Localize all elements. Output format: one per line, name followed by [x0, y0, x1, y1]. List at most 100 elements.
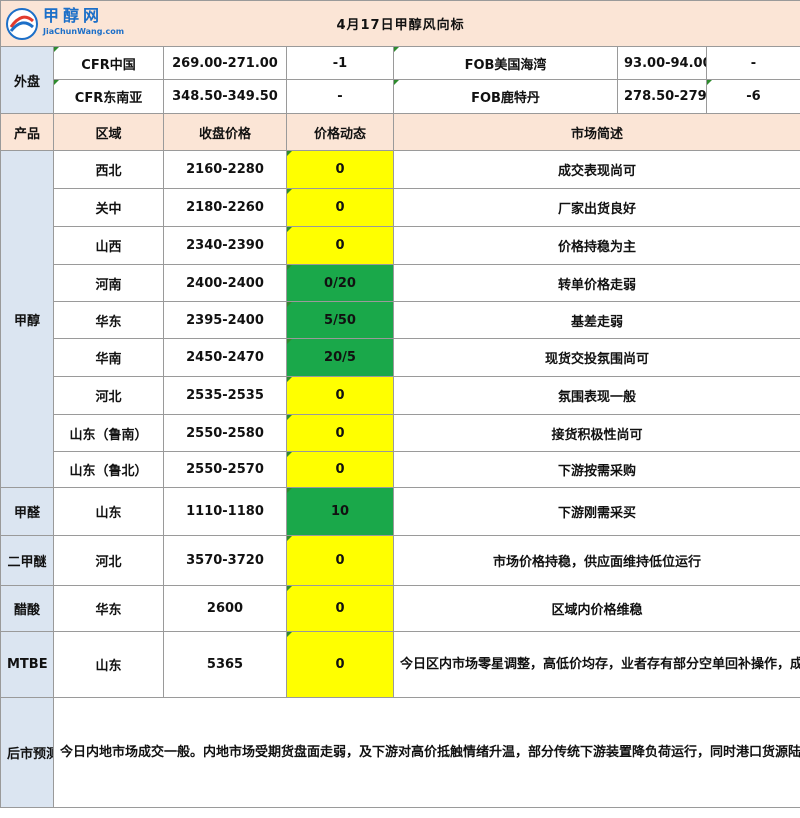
price-cell: 2160-2280 [163, 150, 287, 189]
change-cell: 0/20 [286, 264, 394, 302]
logo-text-en: JiaChunWang.com [43, 27, 125, 36]
summary-cell: 区域内价格维稳 [392, 585, 800, 632]
external-label: 外盘 [0, 46, 54, 114]
summary-cell: 厂家出货良好 [392, 188, 800, 227]
header-row: 产品 区域 收盘价格 价格动态 市场简述 [0, 113, 800, 151]
region-cell: 山东（鲁南） [53, 414, 164, 452]
header-region: 区域 [53, 113, 164, 151]
product-cell: 醋酸 [0, 585, 54, 632]
region-cell: 河北 [53, 376, 164, 415]
change-cell: 20/5 [286, 338, 394, 377]
external-right-name: FOB鹿特丹 [393, 79, 618, 114]
table-row: MTBE 山东 5365 0 今日区内市场零星调整，高低价均存，业者存有部分空单… [0, 631, 800, 698]
region-cell: 山西 [53, 226, 164, 265]
change-cell: 0 [286, 451, 394, 488]
external-right-change: -6 [705, 79, 800, 114]
logo: 甲醇网 JiaChunWang.com [5, 5, 125, 43]
change-cell: 0 [286, 585, 394, 632]
change-cell: 0 [286, 535, 394, 586]
region-cell: 山东 [53, 487, 164, 536]
region-cell: 华东 [53, 301, 164, 339]
table-row: 二甲醚 河北 3570-3720 0 市场价格持稳，供应面维持低位运行 [0, 535, 800, 586]
summary-cell: 成交表现尚可 [392, 150, 800, 189]
forecast-label: 后市预测 [0, 697, 54, 808]
region-cell: 山东（鲁北） [53, 451, 164, 488]
region-cell: 河北 [53, 535, 164, 586]
product-cell: 二甲醚 [0, 535, 54, 586]
forecast-text: 今日内地市场成交一般。内地市场受期货盘面走弱，及下游对高价抵触情绪升温，部分传统… [52, 697, 800, 808]
external-left-price: 348.50-349.50 [163, 79, 287, 114]
table-row: 醋酸 华东 2600 0 区域内价格维稳 [0, 585, 800, 632]
summary-cell: 下游刚需采买 [392, 487, 800, 536]
change-cell: 0 [286, 414, 394, 452]
change-cell: 0 [286, 150, 394, 189]
price-cell: 2600 [163, 585, 287, 632]
price-cell: 2395-2400 [163, 301, 287, 339]
price-cell: 1110-1180 [163, 487, 287, 536]
summary-cell: 转单价格走弱 [392, 264, 800, 302]
table-row: 河南 2400-2400 0/20 转单价格走弱 [1, 264, 800, 302]
price-cell: 2550-2580 [163, 414, 287, 452]
price-cell: 2535-2535 [163, 376, 287, 415]
table-row: 华南 2450-2470 20/5 现货交投氛围尚可 [1, 338, 800, 377]
external-right-name: FOB美国海湾 [393, 46, 618, 80]
change-cell: 0 [286, 376, 394, 415]
external-left-change: -1 [286, 46, 394, 80]
header-dynamic: 价格动态 [286, 113, 394, 151]
price-cell: 2450-2470 [163, 338, 287, 377]
page-title: 4月17日甲醇风向标 [336, 18, 465, 33]
change-cell: 0 [286, 226, 394, 265]
summary-cell: 现货交投氛围尚可 [392, 338, 800, 377]
region-cell: 西北 [53, 150, 164, 189]
table-row: 河北 2535-2535 0 氛围表现一般 [1, 376, 800, 415]
title-cell: 甲醇网 JiaChunWang.com 4月17日甲醇风向标 [0, 0, 800, 47]
external-right-change: - [705, 46, 800, 80]
methanol-report: 甲醇网 JiaChunWang.com 4月17日甲醇风向标 外盘 CFR中国 … [0, 0, 800, 818]
external-left-name: CFR中国 [53, 46, 164, 80]
table-row: 山东（鲁南） 2550-2580 0 接货积极性尚可 [1, 414, 800, 452]
summary-cell: 基差走弱 [392, 301, 800, 339]
title-row: 甲醇网 JiaChunWang.com 4月17日甲醇风向标 [0, 0, 800, 47]
logo-text-cn: 甲醇网 [43, 6, 104, 25]
summary-cell: 今日区内市场零星调整，高低价均存，业者存有部分空单回补操作，成交氛围好转，成交较… [392, 631, 800, 698]
change-cell: 10 [286, 487, 394, 536]
region-cell: 山东 [53, 631, 164, 698]
price-cell: 2400-2400 [163, 264, 287, 302]
price-cell: 3570-3720 [163, 535, 287, 586]
summary-cell: 下游按需采购 [392, 451, 800, 488]
table-row: 华东 2395-2400 5/50 基差走弱 [1, 301, 800, 339]
price-table: 甲醇网 JiaChunWang.com 4月17日甲醇风向标 外盘 CFR中国 … [0, 0, 800, 808]
external-row: 外盘 CFR中国 269.00-271.00 -1 FOB美国海湾 93.00-… [0, 46, 800, 114]
table-row: 关中 2180-2260 0 厂家出货良好 [1, 188, 800, 227]
summary-cell: 氛围表现一般 [392, 376, 800, 415]
price-cell: 2550-2570 [163, 451, 287, 488]
header-product: 产品 [0, 113, 54, 151]
product-cell: MTBE [0, 631, 54, 698]
logo-icon [6, 8, 38, 40]
price-cell: 2340-2390 [163, 226, 287, 265]
header-close-price: 收盘价格 [163, 113, 287, 151]
table-row: 甲醇 西北 2160-2280 0 成交表现尚可 [0, 150, 800, 488]
forecast-row: 后市预测 今日内地市场成交一般。内地市场受期货盘面走弱，及下游对高价抵触情绪升温… [0, 697, 800, 808]
region-cell: 华东 [53, 585, 164, 632]
external-row: CFR东南亚 348.50-349.50 - FOB鹿特丹 278.50-279… [1, 79, 800, 114]
price-cell: 5365 [163, 631, 287, 698]
header-summary: 市场简述 [392, 113, 800, 151]
region-cell: 华南 [53, 338, 164, 377]
price-cell: 2180-2260 [163, 188, 287, 227]
product-methanol: 甲醇 [0, 150, 54, 488]
summary-cell: 市场价格持稳，供应面维持低位运行 [392, 535, 800, 586]
product-cell: 甲醛 [0, 487, 54, 536]
external-left-name: CFR东南亚 [53, 79, 164, 114]
external-left-price: 269.00-271.00 [163, 46, 287, 80]
table-row: 甲醛 山东 1110-1180 10 下游刚需采买 [0, 487, 800, 536]
summary-cell: 价格持稳为主 [392, 226, 800, 265]
summary-cell: 接货积极性尚可 [392, 414, 800, 452]
table-row: 山西 2340-2390 0 价格持稳为主 [1, 226, 800, 265]
change-cell: 0 [286, 188, 394, 227]
region-cell: 关中 [53, 188, 164, 227]
external-right-price: 278.50-279.50 [617, 79, 707, 114]
table-row: 山东（鲁北） 2550-2570 0 下游按需采购 [1, 451, 800, 488]
change-cell: 0 [286, 631, 394, 698]
external-left-change: - [286, 79, 394, 114]
